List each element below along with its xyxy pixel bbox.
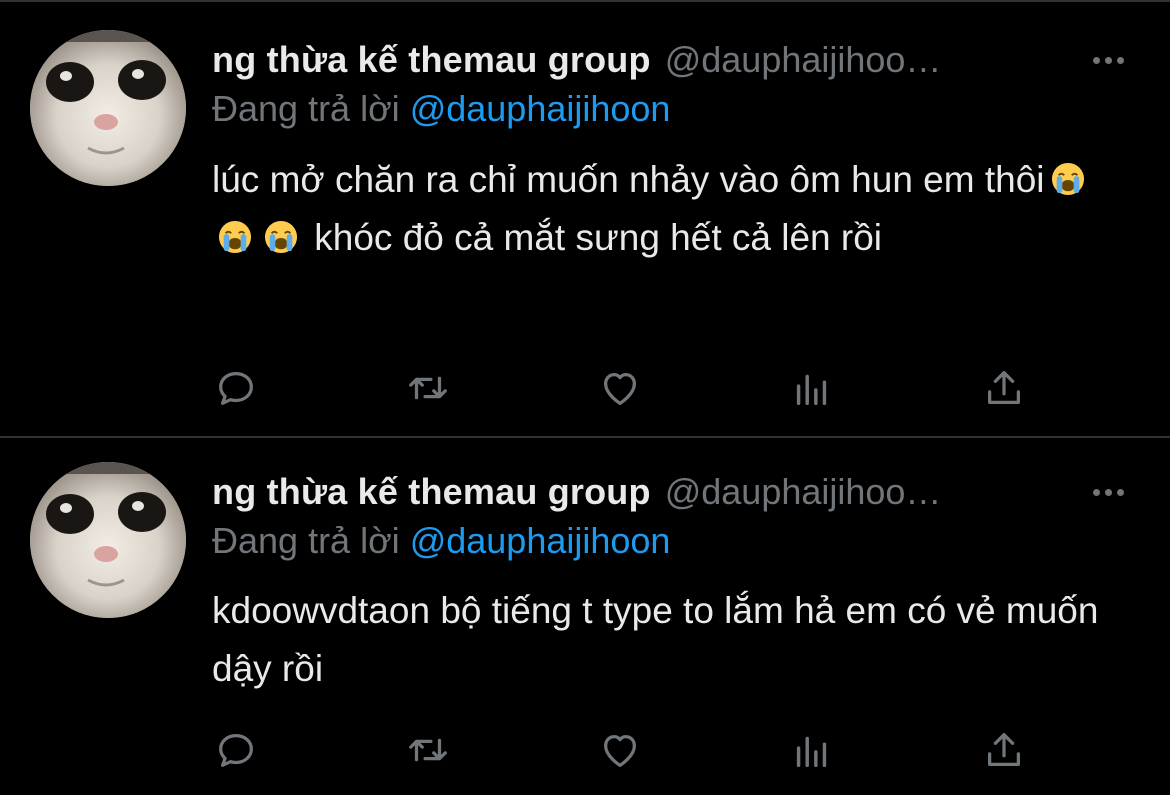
more-options-button[interactable] [1086,474,1130,510]
like-button[interactable] [596,726,644,774]
replying-label: Đang trả lời [212,520,400,561]
more-dot [1092,488,1100,496]
retweet-icon [409,376,447,400]
reply-icon [219,733,253,767]
action-bar [212,726,1052,774]
user-handle[interactable]: @dauphaijihoo… [665,39,942,81]
user-handle[interactable]: @dauphaijihoo… [665,471,942,513]
loudly-crying-face-icon [264,220,298,254]
reply-icon [219,371,253,405]
like-icon [603,734,637,767]
cat-avatar-image [30,30,186,186]
replying-to-line: Đang trả lời @dauphaijihoon [212,520,670,562]
tweet-text-part: lúc mở chăn ra chỉ muốn nhảy vào ôm hun … [212,159,1045,200]
reply-button[interactable] [212,726,260,774]
cat-avatar-image [30,462,186,618]
display-name[interactable]: ng thừa kế themau group [212,39,651,81]
retweet-button[interactable] [404,364,452,412]
replying-to-line: Đang trả lời @dauphaijihoon [212,88,670,130]
tweet[interactable]: ng thừa kế themau group @dauphaijihoo… Đ… [0,438,1170,795]
like-button[interactable] [596,364,644,412]
mention-link[interactable]: @dauphaijihoon [410,88,671,129]
share-button[interactable] [980,726,1028,774]
tweet-header: ng thừa kế themau group @dauphaijihoo… [212,36,1130,84]
avatar[interactable] [30,30,186,186]
analytics-button[interactable] [788,726,836,774]
retweet-icon [409,738,447,762]
more-dot [1092,56,1100,64]
loudly-crying-face-icon [1051,162,1084,196]
avatar[interactable] [30,462,186,618]
analytics-icon [796,736,827,768]
loudly-crying-face-icon [218,220,252,254]
more-dot [1116,488,1124,496]
analytics-icon [796,374,827,406]
share-icon [987,371,1021,405]
tweet-text: kdoowvdtaon bộ tiếng t type to lắm hả em… [212,590,1099,689]
more-dot [1116,56,1124,64]
replying-label: Đang trả lời [212,88,400,129]
more-dot [1104,56,1112,64]
reply-button[interactable] [212,364,260,412]
tweet-header: ng thừa kế themau group @dauphaijihoo… [212,468,1130,516]
more-dot [1104,488,1112,496]
share-button[interactable] [980,364,1028,412]
retweet-button[interactable] [404,726,452,774]
share-icon [987,733,1021,767]
like-icon [603,372,637,405]
more-options-button[interactable] [1086,42,1130,78]
analytics-button[interactable] [788,364,836,412]
action-bar [212,364,1052,412]
mention-link[interactable]: @dauphaijihoon [410,520,671,561]
display-name[interactable]: ng thừa kế themau group [212,471,651,513]
tweet-text-part: khóc đỏ cả mắt sưng hết cả lên rồi [304,217,883,258]
tweet-text: lúc mở chăn ra chỉ muốn nhảy vào ôm hun … [212,151,1132,267]
tweet[interactable]: ng thừa kế themau group @dauphaijihoo… Đ… [0,0,1170,436]
